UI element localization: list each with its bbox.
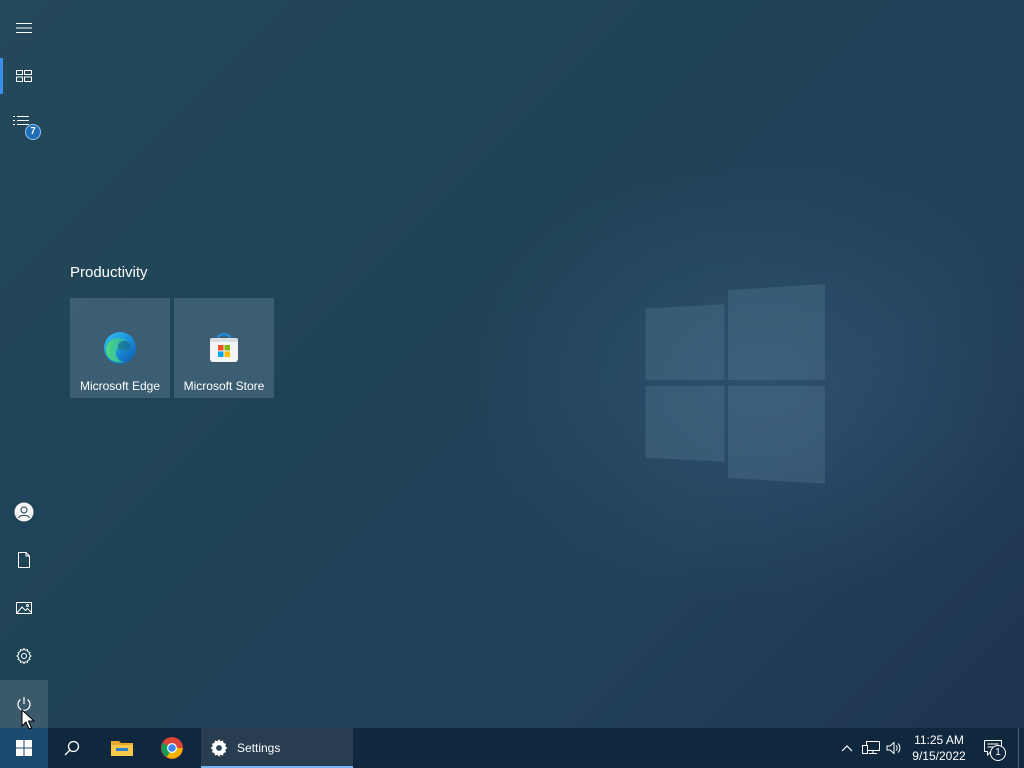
notification-count-badge: 1 — [990, 745, 1006, 761]
mouse-cursor-icon — [21, 709, 35, 730]
windows-logo-wallpaper — [645, 284, 825, 486]
chrome-icon — [161, 737, 183, 759]
all-apps-button[interactable]: 7 — [0, 100, 48, 148]
start-button[interactable] — [0, 728, 48, 768]
tile-microsoft-store[interactable]: Microsoft Store — [174, 298, 274, 398]
clock-date: 9/15/2022 — [912, 749, 966, 763]
show-desktop-button[interactable] — [1018, 728, 1024, 768]
tile-microsoft-edge[interactable]: Microsoft Edge — [70, 298, 170, 398]
settings-button[interactable] — [0, 632, 48, 680]
tile-label: Microsoft Edge — [79, 379, 161, 393]
tiles-icon — [16, 70, 32, 82]
all-apps-badge: 7 — [25, 124, 41, 140]
network-icon — [862, 741, 880, 754]
desktop-background: 7 Productivity Microsoft Edge Microsoft … — [0, 0, 1024, 728]
pictures-button[interactable] — [0, 584, 48, 632]
expand-menu-button[interactable] — [0, 4, 48, 52]
store-icon — [210, 333, 238, 362]
gear-icon — [16, 647, 32, 665]
settings-taskbar-label: Settings — [237, 741, 281, 755]
chevron-up-icon — [841, 745, 853, 752]
clock[interactable]: 11:25 AM 9/15/2022 — [906, 732, 972, 764]
windows-logo-icon — [16, 740, 32, 756]
chrome-button[interactable] — [148, 728, 196, 768]
volume-button[interactable] — [884, 728, 904, 768]
show-hidden-icons-button[interactable] — [838, 728, 856, 768]
edge-icon — [104, 332, 136, 364]
pictures-icon — [16, 602, 32, 614]
settings-taskbar-button[interactable]: Settings — [201, 728, 353, 768]
tile-group-title[interactable]: Productivity — [70, 264, 148, 281]
tile-label: Microsoft Store — [183, 379, 265, 393]
pinned-tiles-button[interactable] — [0, 52, 48, 100]
search-icon — [64, 740, 80, 756]
account-button[interactable] — [0, 488, 48, 536]
folder-icon — [111, 741, 133, 756]
gear-icon — [210, 739, 228, 757]
network-button[interactable] — [860, 728, 882, 768]
volume-icon — [886, 741, 901, 755]
user-icon — [14, 502, 34, 522]
start-menu-rail: 7 — [0, 0, 48, 728]
documents-button[interactable] — [0, 536, 48, 584]
taskbar: Settings 11:25 AM 9/15/2022 1 — [0, 728, 1024, 768]
document-icon — [18, 552, 30, 568]
search-button[interactable] — [48, 728, 96, 768]
hamburger-icon — [16, 23, 32, 33]
file-explorer-button[interactable] — [98, 728, 146, 768]
clock-time: 11:25 AM — [914, 733, 964, 747]
